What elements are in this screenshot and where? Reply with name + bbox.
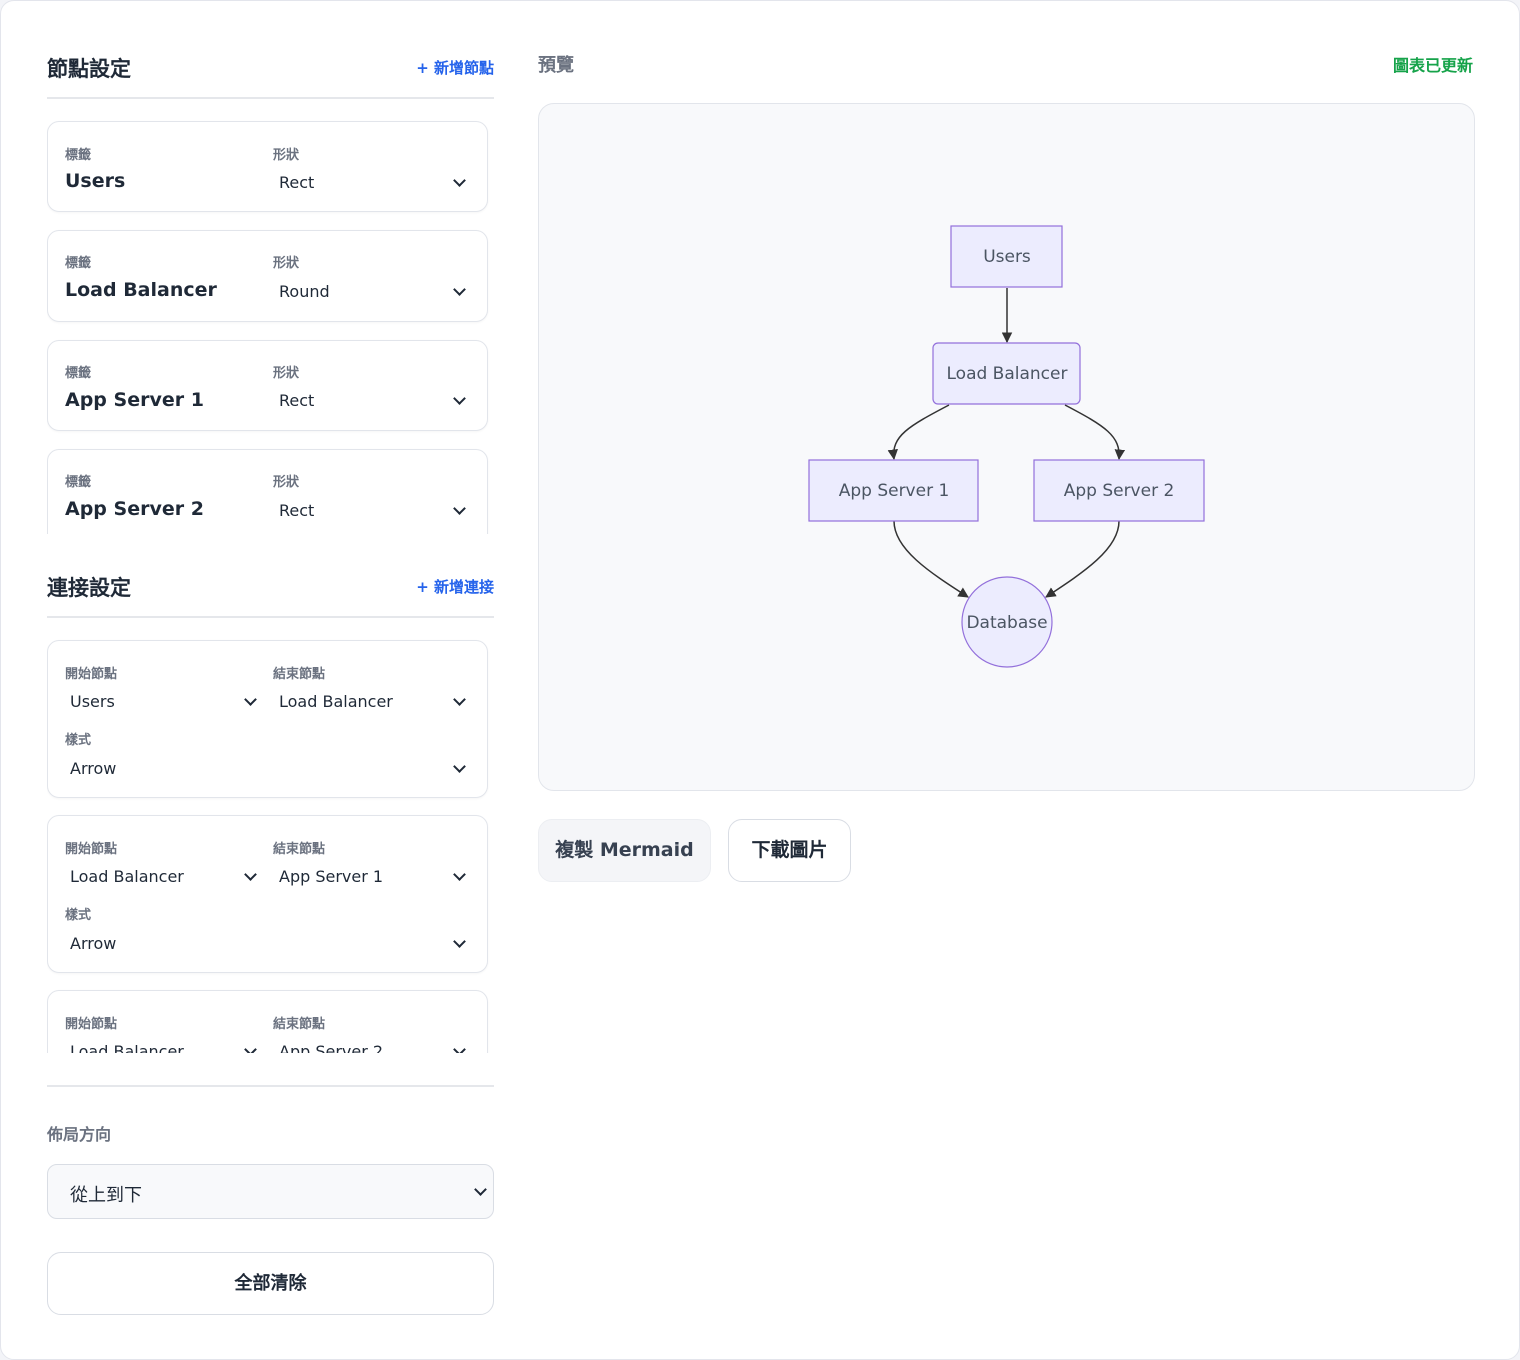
edge-card: 開始節點 結束節點 Load Balancer App Server 2 bbox=[47, 990, 488, 1053]
layout-direction-value: 從上到下 bbox=[70, 1185, 142, 1206]
chevron-down-icon bbox=[244, 1043, 257, 1053]
node-card: 標籤 形狀 App Server 1 Rect bbox=[47, 340, 488, 431]
flowchart-diagram: Users Load Balancer App Server 1 App Ser… bbox=[808, 225, 1205, 668]
diagram-node-label: Load Balancer bbox=[947, 364, 1068, 384]
edge-app2-db bbox=[1045, 520, 1120, 598]
preview-title: 預覽 bbox=[538, 55, 574, 76]
edges-section-header: 連接設定 + 新增連接 bbox=[47, 560, 494, 618]
edge-start-select[interactable]: Load Balancer bbox=[70, 867, 184, 886]
chevron-down-icon bbox=[453, 283, 466, 296]
chevron-down-icon bbox=[453, 392, 466, 405]
diagram-node-app-server-2: App Server 2 bbox=[1033, 459, 1205, 522]
edge-end-caption: 結束節點 bbox=[273, 1017, 326, 1032]
edge-start-caption: 開始節點 bbox=[65, 1017, 118, 1032]
edge-style-select[interactable]: Arrow bbox=[70, 934, 116, 953]
app-frame: 節點設定 + 新增節點 標籤 形狀 Users Rect 標籤 形狀 Load … bbox=[0, 0, 1520, 1360]
chevron-down-icon bbox=[474, 1183, 487, 1196]
chevron-down-icon bbox=[453, 693, 466, 706]
edge-app1-db bbox=[893, 520, 969, 598]
chevron-down-icon bbox=[453, 760, 466, 773]
node-card: 標籤 形狀 Users Rect bbox=[47, 121, 488, 212]
diagram-node-app-server-1: App Server 1 bbox=[808, 459, 979, 522]
edges-section-title: 連接設定 bbox=[47, 576, 131, 600]
diagram-preview: Users Load Balancer App Server 1 App Ser… bbox=[538, 103, 1475, 791]
chevron-down-icon bbox=[453, 935, 466, 948]
edge-end-caption: 結束節點 bbox=[273, 667, 326, 682]
edge-end-select[interactable]: App Server 1 bbox=[279, 867, 383, 886]
chevron-down-icon bbox=[244, 693, 257, 706]
edge-lb-app1 bbox=[887, 404, 950, 461]
layout-direction-select[interactable]: 從上到下 bbox=[47, 1164, 494, 1219]
edge-style-caption: 樣式 bbox=[65, 908, 92, 923]
diagram-node-label: App Server 1 bbox=[839, 481, 950, 501]
edge-lb-app2 bbox=[1064, 404, 1126, 461]
node-label-input[interactable]: Load Balancer bbox=[65, 279, 217, 301]
node-label-input[interactable]: App Server 1 bbox=[65, 389, 204, 411]
edge-start-caption: 開始節點 bbox=[65, 667, 118, 682]
nodes-section-title: 節點設定 bbox=[47, 57, 131, 81]
diagram-node-database: Database bbox=[961, 576, 1053, 668]
node-shape-select[interactable]: Rect bbox=[279, 501, 314, 520]
chevron-down-icon bbox=[453, 174, 466, 187]
node-label-caption: 標籤 bbox=[65, 256, 92, 271]
download-image-button[interactable]: 下載圖片 bbox=[728, 819, 851, 882]
diagram-node-load-balancer: Load Balancer bbox=[932, 342, 1081, 405]
copy-mermaid-button[interactable]: 複製 Mermaid bbox=[538, 819, 711, 882]
layout-direction-label: 佈局方向 bbox=[47, 1125, 112, 1144]
node-card: 標籤 形狀 Load Balancer Round bbox=[47, 230, 488, 322]
diagram-node-label: App Server 2 bbox=[1064, 481, 1175, 501]
edge-start-caption: 開始節點 bbox=[65, 842, 118, 857]
node-shape-select[interactable]: Round bbox=[279, 282, 330, 301]
node-card: 標籤 形狀 App Server 2 Rect bbox=[47, 449, 488, 534]
node-shape-caption: 形狀 bbox=[273, 475, 300, 490]
node-shape-select[interactable]: Rect bbox=[279, 391, 314, 410]
node-label-caption: 標籤 bbox=[65, 475, 92, 490]
clear-all-button[interactable]: 全部清除 bbox=[47, 1252, 494, 1315]
status-badge: 圖表已更新 bbox=[1392, 56, 1473, 75]
node-shape-caption: 形狀 bbox=[273, 148, 300, 163]
chevron-down-icon bbox=[453, 1043, 466, 1053]
node-list[interactable]: 標籤 形狀 Users Rect 標籤 形狀 Load Balancer Rou… bbox=[47, 119, 494, 534]
node-shape-select[interactable]: Rect bbox=[279, 173, 314, 192]
diagram-node-label: Database bbox=[966, 613, 1047, 633]
divider bbox=[47, 1085, 494, 1087]
diagram-node-label: Users bbox=[983, 247, 1031, 267]
edge-card: 開始節點 結束節點 Load Balancer App Server 1 樣式 … bbox=[47, 815, 488, 973]
edge-style-caption: 樣式 bbox=[65, 733, 92, 748]
chevron-down-icon bbox=[453, 502, 466, 515]
edge-card: 開始節點 結束節點 Users Load Balancer 樣式 Arrow bbox=[47, 640, 488, 798]
edge-end-caption: 結束節點 bbox=[273, 842, 326, 857]
edge-start-select[interactable]: Users bbox=[70, 692, 115, 711]
add-node-button[interactable]: + 新增節點 bbox=[416, 57, 494, 78]
edge-style-select[interactable]: Arrow bbox=[70, 759, 116, 778]
node-label-input[interactable]: Users bbox=[65, 170, 125, 192]
diagram-node-users: Users bbox=[950, 225, 1063, 288]
node-label-caption: 標籤 bbox=[65, 148, 92, 163]
edge-start-select[interactable]: Load Balancer bbox=[70, 1042, 184, 1053]
node-shape-caption: 形狀 bbox=[273, 366, 300, 381]
add-edge-button[interactable]: + 新增連接 bbox=[416, 576, 494, 597]
nodes-section-header: 節點設定 + 新增節點 bbox=[47, 41, 494, 99]
edge-list[interactable]: 開始節點 結束節點 Users Load Balancer 樣式 Arrow 開… bbox=[47, 638, 494, 1053]
node-label-input[interactable]: App Server 2 bbox=[65, 498, 204, 520]
edge-end-select[interactable]: App Server 2 bbox=[279, 1042, 383, 1053]
chevron-down-icon bbox=[244, 868, 257, 881]
node-shape-caption: 形狀 bbox=[273, 256, 300, 271]
chevron-down-icon bbox=[453, 868, 466, 881]
edge-end-select[interactable]: Load Balancer bbox=[279, 692, 393, 711]
node-label-caption: 標籤 bbox=[65, 366, 92, 381]
